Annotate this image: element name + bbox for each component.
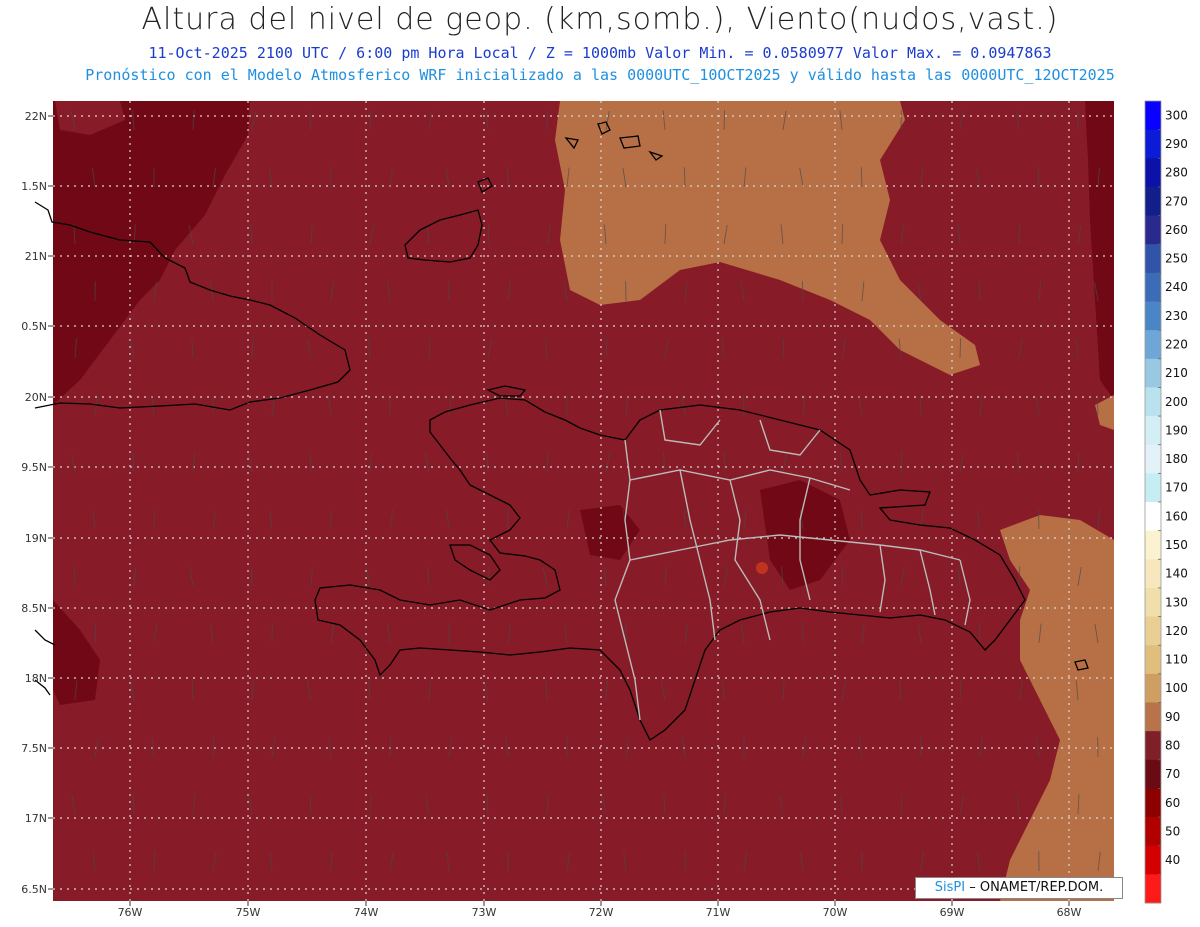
jamaica-edge: [34, 629, 56, 646]
lon-label: 72W: [589, 906, 614, 919]
colorbar-swatch: [1145, 702, 1161, 732]
colorbar-label: 280: [1165, 166, 1188, 180]
colorbar: 300 290 280 270 260 250 240 230 220 210 200 190 180 1…: [1144, 100, 1188, 904]
colorbar-swatch: [1145, 330, 1161, 360]
colorbar-swatch: [1145, 673, 1161, 703]
colorbar-swatch: [1145, 874, 1161, 904]
colorbar-label: 120: [1165, 624, 1188, 638]
colorbar-swatch: [1145, 845, 1161, 875]
colorbar-swatch: [1145, 186, 1161, 217]
wind-barb: [94, 623, 97, 644]
colorbar-label: 290: [1165, 137, 1188, 151]
lat-label: 17N: [25, 812, 47, 825]
colorbar-swatch: [1145, 817, 1161, 847]
lat-label: 18N: [25, 672, 47, 685]
lon-label: 69W: [940, 906, 965, 919]
wind-barb: [132, 794, 135, 815]
colorbar-label: 140: [1165, 567, 1188, 581]
colorbar-label: 80: [1165, 738, 1180, 752]
colorbar-swatch: [1145, 587, 1161, 618]
lon-label: 74W: [354, 906, 379, 919]
credit-brand: SisPI: [934, 880, 966, 895]
colorbar-label: 230: [1165, 309, 1188, 323]
colorbar-swatch: [1145, 129, 1161, 159]
colorbar-label: 150: [1165, 538, 1188, 552]
wind-barb: [1077, 452, 1080, 473]
colorbar-swatch: [1145, 416, 1161, 446]
colorbar-label: 220: [1165, 337, 1188, 351]
lat-label: 0.5N: [21, 320, 47, 333]
colorbar-label: 50: [1165, 824, 1180, 838]
lat-label: 1.5N: [21, 180, 47, 193]
wind-barb: [919, 395, 922, 416]
wind-barb: [330, 851, 333, 872]
lon-label: 70W: [823, 906, 848, 919]
colorbar-label: 180: [1165, 452, 1188, 466]
colorbar-label: 70: [1165, 767, 1180, 781]
colorbar-swatch: [1145, 101, 1161, 131]
colorbar-label: 210: [1165, 366, 1188, 380]
colorbar-swatch: [1145, 559, 1161, 589]
lon-label: 76W: [118, 906, 143, 919]
map-area: [34, 101, 1114, 901]
colorbar-swatch: [1145, 301, 1161, 331]
lon-label: 71W: [706, 906, 731, 919]
lat-label: 19N: [25, 532, 47, 545]
colorbar-label: 110: [1165, 653, 1188, 667]
lat-label: 9.5N: [21, 461, 47, 474]
lon-label: 75W: [236, 906, 261, 919]
lat-label: 20N: [25, 391, 47, 404]
colorbar-swatch: [1145, 788, 1161, 818]
credit-box: SisPI – ONAMET/REP.DOM.: [915, 877, 1123, 899]
colorbar-swatch: [1145, 759, 1161, 789]
map-figure: 22N 1.5N 21N 0.5N 20N 9.5N 19N 8.5N 18N 7.5N 17N 6.…: [21, 100, 1188, 919]
credit-text: – ONAMET/REP.DOM.: [969, 880, 1104, 895]
colorbar-swatch: [1145, 272, 1161, 302]
colorbar-label: 200: [1165, 395, 1188, 409]
colorbar-swatch: [1145, 358, 1161, 388]
colorbar-label: 40: [1165, 853, 1180, 867]
colorbar-label: 190: [1165, 423, 1188, 437]
colorbar-label: 300: [1165, 108, 1188, 122]
colorbar-swatch: [1145, 616, 1161, 646]
colorbar-swatch: [1145, 444, 1161, 474]
colorbar-label: 170: [1165, 481, 1188, 495]
colorbar-label: 100: [1165, 681, 1188, 695]
lat-label: 6.5N: [21, 883, 47, 896]
lat-label: 7.5N: [21, 742, 47, 755]
colorbar-swatch: [1145, 645, 1161, 675]
colorbar-label: 90: [1165, 710, 1180, 724]
colorbar-label: 250: [1165, 252, 1188, 266]
colorbar-label: 240: [1165, 280, 1188, 294]
lat-label: 22N: [25, 110, 47, 123]
colorbar-label: 260: [1165, 223, 1188, 237]
colorbar-swatch: [1145, 530, 1161, 560]
wind-barb: [212, 737, 215, 758]
wind-barb: [801, 281, 804, 302]
lon-label: 73W: [472, 906, 497, 919]
colorbar-swatch: [1145, 473, 1161, 503]
latitude-labels: 22N 1.5N 21N 0.5N 20N 9.5N 19N 8.5N 18N 7.5N 17N 6.…: [21, 110, 53, 896]
wind-barb: [723, 110, 726, 131]
lon-label: 68W: [1057, 906, 1082, 919]
colorbar-swatch: [1145, 244, 1161, 274]
colorbar-swatch: [1145, 731, 1161, 761]
lat-label: 8.5N: [21, 602, 47, 615]
wind-barb: [1037, 509, 1040, 530]
colorbar-swatch: [1145, 215, 1161, 245]
lat-label: 21N: [25, 250, 47, 263]
colorbar-label: 270: [1165, 194, 1188, 208]
wind-barb: [841, 224, 844, 245]
colorbar-swatch: [1145, 387, 1161, 417]
colorbar-label: 60: [1165, 796, 1180, 810]
colorbar-label: 130: [1165, 595, 1188, 609]
wind-barb: [683, 167, 686, 188]
longitude-labels: 76W 75W 74W 73W 72W 71W 70W 69W 68W: [118, 901, 1082, 919]
wind-barb: [959, 338, 962, 359]
colorbar-label: 160: [1165, 509, 1188, 523]
colorbar-swatch: [1145, 502, 1161, 532]
colorbar-swatch: [1145, 158, 1161, 188]
max-value-cell: [756, 562, 768, 574]
